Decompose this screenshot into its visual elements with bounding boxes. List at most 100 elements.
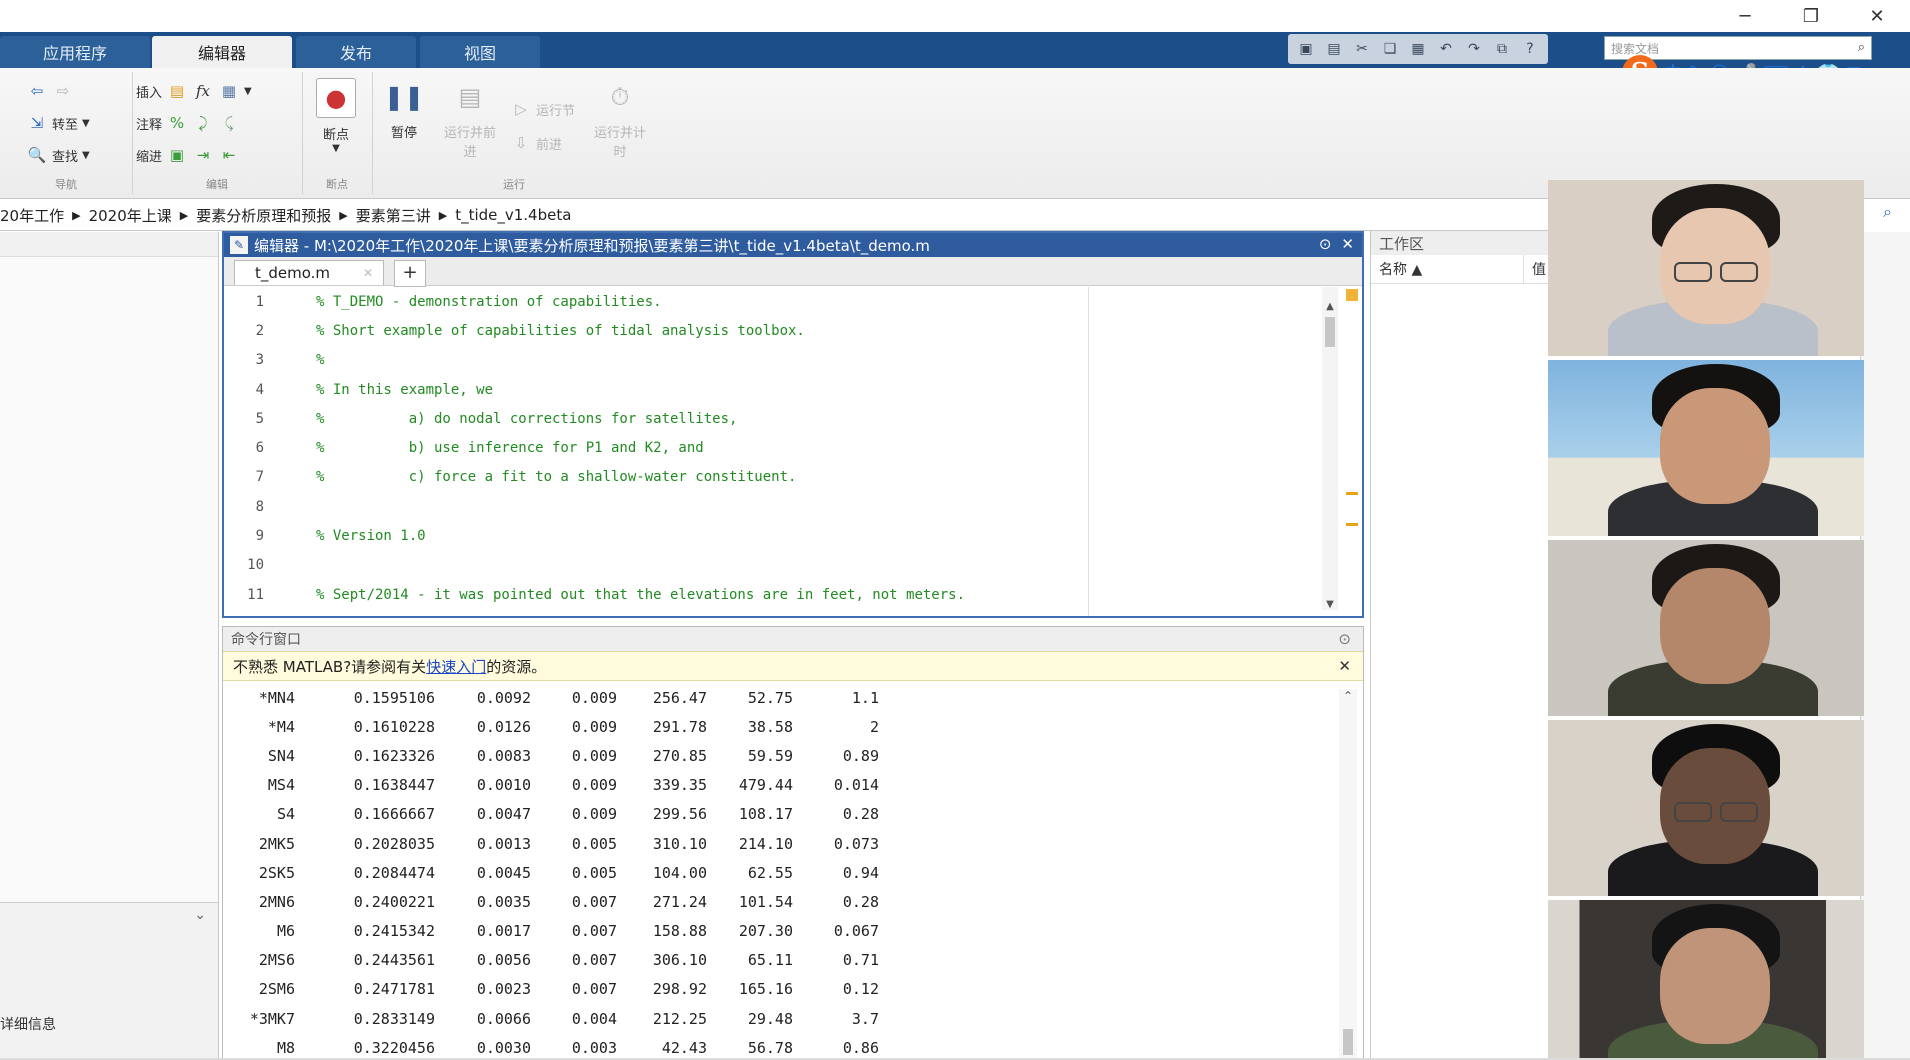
breadcrumb-item[interactable]: 要素第三讲 [356, 205, 431, 226]
chevron-down-icon[interactable]: ▼ [244, 86, 252, 97]
tab-publish[interactable]: 发布 [296, 36, 416, 68]
code-line[interactable]: 6 % b) use inference for P1 and K2, and [224, 433, 1322, 462]
search-icon[interactable]: ⌕ [1883, 202, 1892, 222]
video-tile[interactable] [1548, 900, 1864, 1060]
scrollbar-thumb[interactable] [1343, 1029, 1353, 1055]
code-line[interactable]: 11 % Sept/2014 - it was pointed out that … [224, 580, 1322, 609]
goto-icon[interactable]: ⇲ [26, 112, 48, 134]
forward-icon[interactable]: ⇨ [52, 80, 74, 102]
close-icon[interactable]: ✕ [1341, 235, 1354, 253]
help-icon[interactable]: ? [1518, 38, 1542, 60]
editor-window[interactable]: ✎ 编辑器 - M:\2020年工作\2020年上课\要素分析原理和预报\要素第… [222, 231, 1364, 618]
scrollbar-thumb[interactable] [1325, 317, 1335, 347]
cut-icon[interactable]: ✂ [1350, 38, 1374, 60]
redo-icon[interactable]: ↷ [1462, 38, 1486, 60]
quick-start-link[interactable]: 快速入门 [426, 656, 486, 677]
paste-icon[interactable]: ▦ [1406, 38, 1430, 60]
ribbon-group-edit: 插入 ▤ fx ▦ ▼ 注释% ⤸ ⤹ 缩进 ▣ ⇥ ⇤ 编辑 [132, 72, 303, 194]
smart-indent-icon[interactable]: ▣ [166, 144, 188, 166]
indent-label[interactable]: 缩进 [136, 146, 162, 165]
copy-icon[interactable]: ❏ [1378, 38, 1402, 60]
code-line[interactable]: 3% [224, 346, 1322, 375]
fx-icon[interactable]: fx [192, 80, 214, 102]
uncomment-icon[interactable]: ⤹ [218, 112, 240, 134]
undo-icon[interactable]: ↶ [1434, 38, 1458, 60]
table-cell: 0.28 [842, 892, 879, 911]
column-name-header[interactable]: 名称 ▲ [1379, 259, 1422, 279]
breadcrumb-item[interactable]: 20年工作 [0, 205, 64, 226]
restore-button[interactable]: ❐ [1778, 0, 1844, 32]
workspace-panel[interactable]: 工作区 名称 ▲ 值 [1370, 231, 1551, 1060]
column-value-header[interactable]: 值 [1523, 255, 1546, 283]
code-line[interactable]: 1 % T_DEMO - demonstration of capabilitie… [224, 287, 1322, 316]
scroll-down-icon[interactable]: ▼ [1322, 599, 1338, 610]
code-line[interactable]: 5 % a) do nodal corrections for satellite… [224, 404, 1322, 433]
code-line[interactable]: 9 % Version 1.0 [224, 521, 1322, 550]
warning-marker[interactable] [1346, 523, 1358, 526]
current-folder-bar[interactable]: 20年工作 ▶ 2020年上课 ▶ 要素分析原理和预报 ▶ 要素第三讲 ▶ t_tide… [0, 200, 1548, 231]
breadcrumb-item[interactable]: 2020年上课 [89, 205, 172, 226]
video-tile[interactable] [1548, 180, 1864, 356]
advance-button[interactable]: ⇩ 前进 [510, 132, 562, 154]
run-advance-button[interactable]: ▤ 运行并前进 [442, 78, 498, 160]
run-section-button[interactable]: ▷ 运行节 [510, 98, 575, 120]
editor-scrollbar[interactable]: ▲ ▼ [1322, 287, 1338, 610]
code-line[interactable]: 8 [224, 492, 1322, 521]
chevron-down-icon: ▼ [82, 117, 90, 129]
tab-view[interactable]: 视图 [420, 36, 540, 68]
breadcrumb-item[interactable]: 要素分析原理和预报 [196, 205, 331, 226]
save-icon[interactable]: ▤ [1322, 38, 1346, 60]
table-cell: 0.2471781 [353, 980, 435, 999]
find-label[interactable]: 查找 [52, 146, 78, 165]
run-time-button[interactable]: ⏱ 运行并计时 [592, 78, 648, 160]
tab-editor[interactable]: 编辑器 [152, 36, 292, 68]
code-area[interactable]: 1 % T_DEMO - demonstration of capabilitie… [224, 287, 1322, 616]
scroll-up-icon[interactable]: ⌃ [1339, 689, 1357, 703]
warning-marker[interactable] [1346, 492, 1358, 495]
file-tab[interactable]: t_demo.m ✕ [234, 260, 384, 285]
run-section-label: 运行节 [536, 103, 576, 119]
close-icon[interactable]: ✕ [1338, 657, 1351, 675]
switch-windows-icon[interactable]: ⧉ [1490, 38, 1514, 60]
command-window[interactable]: 命令行窗口 ⊙ 不熟悉 MATLAB?请参阅有关 快速入门 的资源。 ✕ *MN4 0… [222, 626, 1364, 1060]
code-line[interactable]: 4 % In this example, we [224, 375, 1322, 404]
search-icon[interactable]: ⌕ [1858, 40, 1865, 55]
new-tab-button[interactable]: + [394, 260, 426, 287]
tab-apps[interactable]: 应用程序 [0, 36, 150, 68]
table-cell: 52.75 [747, 688, 793, 707]
panel-options-icon[interactable]: ⊙ [1338, 630, 1351, 648]
goto-label[interactable]: 转至 [52, 114, 78, 133]
decrease-indent-icon[interactable]: ⇤ [218, 144, 240, 166]
breadcrumb-item[interactable]: t_tide_v1.4beta [455, 206, 571, 224]
wrap-comment-icon[interactable]: ⤸ [192, 112, 214, 134]
insert-section-icon[interactable]: ▤ [166, 80, 188, 102]
video-tile[interactable] [1548, 360, 1864, 536]
comment-label[interactable]: 注释 [136, 114, 162, 133]
current-folder-panel[interactable]: ⌄ [0, 232, 219, 1060]
video-tile[interactable] [1548, 720, 1864, 896]
increase-indent-icon[interactable]: ⇥ [192, 144, 214, 166]
video-tile[interactable] [1548, 540, 1864, 716]
scroll-up-icon[interactable]: ▲ [1322, 301, 1338, 312]
command-scrollbar[interactable]: ⌃ [1339, 689, 1357, 1059]
insert-grid-icon[interactable]: ▦ [218, 80, 240, 102]
code-line[interactable]: 10 [224, 551, 1322, 580]
pause-button[interactable]: ❚❚ 暂停 [376, 78, 432, 141]
close-button[interactable]: ✕ [1844, 0, 1910, 32]
constituent-name: *3MK7 [249, 1009, 295, 1028]
code-line[interactable]: 7 % c) force a fit to a shallow-water con… [224, 463, 1322, 492]
table-cell: 0.1666667 [353, 805, 435, 824]
close-tab-icon[interactable]: ✕ [363, 266, 373, 280]
analyzer-status-icon[interactable] [1346, 289, 1358, 301]
table-cell: 0.2400221 [353, 892, 435, 911]
back-icon[interactable]: ⇦ [26, 80, 48, 102]
chevron-down-icon[interactable]: ⌄ [194, 907, 206, 923]
breakpoints-button[interactable]: ● 断点 ▼ [308, 78, 364, 154]
comment-icon[interactable]: % [166, 112, 188, 134]
minimize-button[interactable]: ─ [1712, 0, 1778, 32]
code-line[interactable]: 2 % Short example of capabilities of tida… [224, 316, 1322, 345]
new-icon[interactable]: ▣ [1294, 38, 1318, 60]
panel-options-icon[interactable]: ⊙ [1319, 235, 1332, 253]
insert-label[interactable]: 插入 [136, 82, 162, 101]
find-icon[interactable]: 🔍 [26, 144, 48, 166]
